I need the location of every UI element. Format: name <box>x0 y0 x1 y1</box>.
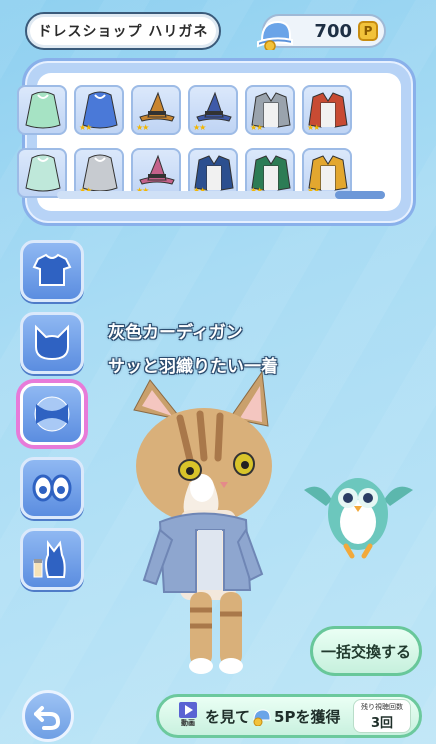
item-panel: ★★ ★★ ★★ ★★ ★★ ★★ ★★ ★★ ★★ ★★ <box>17 58 416 226</box>
owl-companion <box>304 478 413 559</box>
cat-head-icon <box>35 324 69 361</box>
back-button[interactable] <box>22 690 74 742</box>
exchange-all-button[interactable]: 一括交換する <box>310 626 422 676</box>
paint-icon <box>33 540 66 578</box>
video-play-icon: 動画 <box>177 702 199 730</box>
eyes-icon <box>32 474 72 502</box>
shop-item-row1-0[interactable] <box>17 85 67 135</box>
cap-icon <box>257 20 293 50</box>
shop-item-row1-2[interactable]: ★★ <box>131 85 181 135</box>
clothes-category-button[interactable] <box>20 240 84 302</box>
watch-ad-button[interactable]: 動画 を見て 5Pを獲得 残り視聴回数 3回 <box>156 694 422 738</box>
shop-item-row1-5[interactable]: ★★ <box>302 85 352 135</box>
cat-character <box>133 370 272 674</box>
rarity-stars: ★★ <box>250 123 263 132</box>
rarity-stars: ★★ <box>79 123 92 132</box>
shirt-icon <box>32 253 72 286</box>
item-name: 灰色カーディガン <box>108 323 243 343</box>
head-category-button[interactable] <box>20 312 84 374</box>
rarity-stars: ★★ <box>136 123 149 132</box>
rarity-stars: ★★ <box>307 123 320 132</box>
color-category-button[interactable] <box>20 528 84 590</box>
cap-coin-icon <box>253 709 271 726</box>
ad-remaining-box: 残り視聴回数 3回 <box>353 699 411 733</box>
shop-title: ドレスショップ ハリガネ <box>25 12 221 50</box>
eyes-category-button[interactable] <box>20 457 84 519</box>
back-arrow-icon <box>34 706 61 730</box>
shop-item-row1-3[interactable]: ★★ <box>188 85 238 135</box>
pattern-icon <box>34 396 70 432</box>
scroll-thumb[interactable] <box>335 191 385 199</box>
ad-text: を見て <box>205 707 251 726</box>
item-grid: ★★ ★★ ★★ ★★ ★★ ★★ ★★ ★★ ★★ ★★ <box>17 73 401 211</box>
item-row: ★★ ★★ ★★ ★★ ★★ <box>17 85 352 135</box>
point-coin-icon: P <box>358 21 378 41</box>
shop-item-row1-1[interactable]: ★★ <box>74 85 124 135</box>
rarity-stars: ★★ <box>193 123 206 132</box>
cape-icon <box>20 87 65 133</box>
ad-reward: 5Pを獲得 <box>274 707 341 726</box>
shop-item-row1-4[interactable]: ★★ <box>245 85 295 135</box>
item-scrollbar[interactable] <box>57 191 385 199</box>
pattern-category-button[interactable] <box>20 383 84 445</box>
points-value: 700 <box>314 20 352 42</box>
